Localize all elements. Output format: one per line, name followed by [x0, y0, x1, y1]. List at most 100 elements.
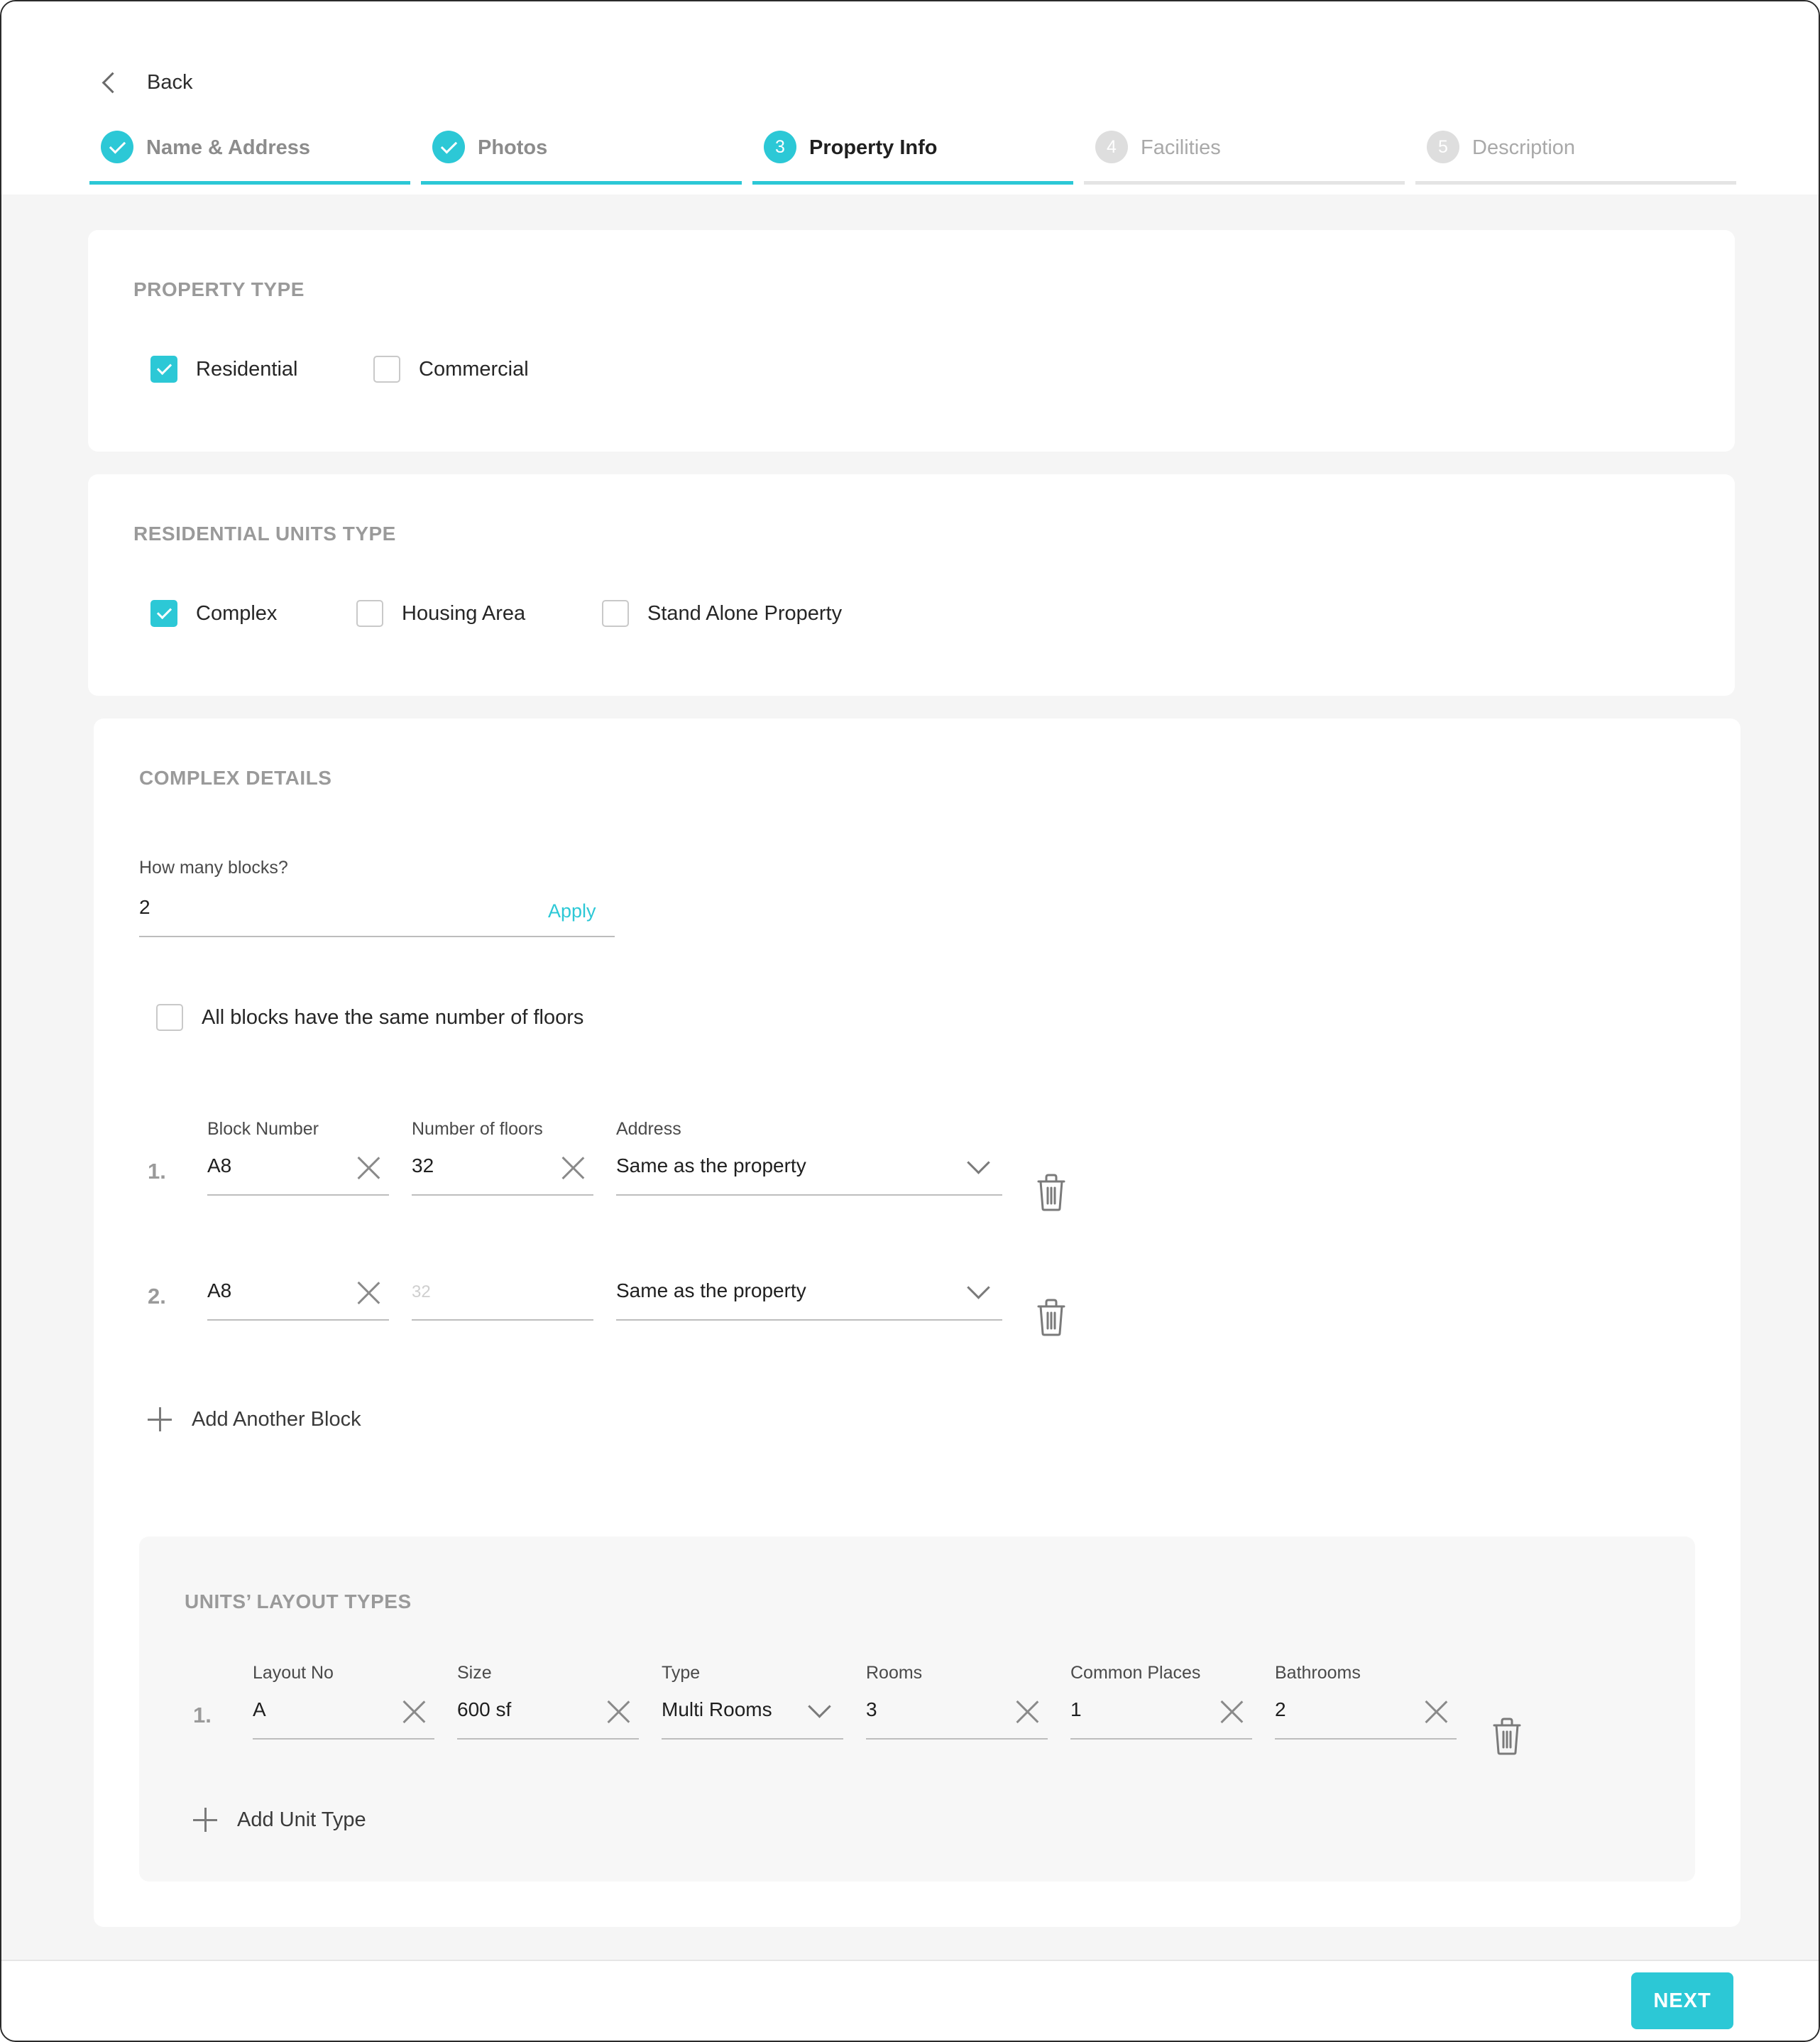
complex-details-card: COMPLEX DETAILS How many blocks? 2 Apply… — [94, 719, 1740, 1927]
option-stand-alone[interactable]: Stand Alone Property — [602, 600, 842, 627]
section-title: PROPERTY TYPE — [133, 278, 305, 300]
address-select[interactable]: Same as the property — [616, 1145, 1002, 1196]
checkbox[interactable] — [150, 600, 177, 627]
back-button[interactable]: Back — [99, 67, 192, 98]
step-number: 3 — [764, 131, 796, 163]
checkbox[interactable] — [156, 1004, 183, 1031]
clear-icon[interactable] — [356, 1281, 380, 1305]
step-facilities[interactable]: 4 Facilities — [1084, 128, 1405, 185]
apply-button[interactable]: Apply — [548, 900, 596, 922]
blocks-count-input[interactable]: 2 — [139, 886, 615, 937]
option-same-floors[interactable]: All blocks have the same number of floor… — [156, 1004, 583, 1031]
step-photos[interactable]: Photos — [421, 128, 742, 185]
size-field[interactable]: 600 sf — [457, 1688, 639, 1740]
checkbox[interactable] — [356, 600, 383, 627]
step-label: Facilities — [1141, 136, 1221, 159]
checkbox-label: All blocks have the same number of floor… — [202, 1005, 584, 1029]
checkbox[interactable] — [150, 356, 177, 383]
field-value: Same as the property — [616, 1279, 806, 1301]
row-number: 2. — [148, 1284, 166, 1309]
step-progress-line — [421, 181, 742, 185]
check-icon — [432, 131, 465, 163]
units-layout-panel: UNITS’ LAYOUT TYPES Layout No Size Type … — [139, 1536, 1695, 1882]
layout-no-field[interactable]: A — [253, 1688, 434, 1740]
col-layout-no: Layout No — [253, 1663, 334, 1683]
step-property-info[interactable]: 3 Property Info — [752, 128, 1073, 185]
clear-icon[interactable] — [561, 1156, 585, 1180]
checkbox-label: Commercial — [419, 357, 529, 381]
checkbox[interactable] — [373, 356, 400, 383]
app-window: Back Name & Address Photos 3 Property In… — [0, 0, 1820, 2042]
section-title: UNITS’ LAYOUT TYPES — [185, 1590, 412, 1612]
step-progress-line — [1084, 181, 1405, 185]
residential-units-card: RESIDENTIAL UNITS TYPE Complex Housing A… — [88, 474, 1735, 696]
field-value: 2 — [1275, 1698, 1286, 1720]
clear-icon[interactable] — [1219, 1700, 1244, 1724]
chevron-down-icon[interactable] — [967, 1276, 990, 1299]
col-block-number: Block Number — [207, 1119, 319, 1139]
rooms-field[interactable]: 3 — [866, 1688, 1048, 1740]
field-value: 3 — [866, 1698, 877, 1720]
field-value: Same as the property — [616, 1154, 806, 1176]
step-progress-line — [1415, 181, 1736, 185]
col-size: Size — [457, 1663, 492, 1683]
trash-icon[interactable] — [1491, 1717, 1523, 1755]
field-value: 32 — [412, 1154, 434, 1176]
next-button[interactable]: NEXT — [1631, 1972, 1733, 2029]
clear-icon[interactable] — [356, 1156, 380, 1180]
back-label: Back — [147, 70, 193, 94]
chevron-down-icon[interactable] — [967, 1151, 990, 1174]
floors-field[interactable]: 32 — [412, 1145, 593, 1196]
field-value: Multi Rooms — [662, 1698, 772, 1720]
step-number: 4 — [1095, 131, 1128, 163]
blocks-question: How many blocks? — [139, 858, 288, 878]
checkbox-label: Complex — [196, 601, 278, 625]
top-bar: Back Name & Address Photos 3 Property In… — [1, 1, 1819, 195]
checkbox[interactable] — [602, 600, 629, 627]
checkbox-label: Stand Alone Property — [647, 601, 843, 625]
floors-field[interactable]: 32 — [412, 1270, 593, 1321]
field-placeholder: 32 — [412, 1282, 431, 1301]
clear-icon[interactable] — [402, 1700, 426, 1724]
check-icon — [101, 131, 133, 163]
address-select[interactable]: Same as the property — [616, 1270, 1002, 1321]
field-value: 1 — [1070, 1698, 1082, 1720]
section-title: COMPLEX DETAILS — [139, 767, 332, 789]
clear-icon[interactable] — [1424, 1700, 1448, 1724]
option-housing-area[interactable]: Housing Area — [356, 600, 525, 627]
footer-bar — [1, 1960, 1819, 2041]
block-number-field[interactable]: A8 — [207, 1145, 389, 1196]
step-description[interactable]: 5 Description — [1415, 128, 1736, 185]
field-value: A8 — [207, 1279, 232, 1301]
bathrooms-field[interactable]: 2 — [1275, 1688, 1457, 1740]
field-value: 600 sf — [457, 1698, 512, 1720]
option-commercial[interactable]: Commercial — [373, 356, 529, 383]
add-another-block-button[interactable]: Add Another Block — [148, 1407, 361, 1431]
add-unit-type-label: Add Unit Type — [237, 1808, 366, 1831]
option-residential[interactable]: Residential — [150, 356, 297, 383]
type-select[interactable]: Multi Rooms — [662, 1688, 843, 1740]
chevron-down-icon[interactable] — [808, 1695, 831, 1718]
common-places-field[interactable]: 1 — [1070, 1688, 1252, 1740]
option-complex[interactable]: Complex — [150, 600, 277, 627]
col-rooms: Rooms — [866, 1663, 923, 1683]
step-label: Description — [1472, 136, 1576, 159]
clear-icon[interactable] — [606, 1700, 630, 1724]
step-name-address[interactable]: Name & Address — [89, 128, 410, 185]
trash-icon[interactable] — [1035, 1173, 1068, 1211]
block-number-field[interactable]: A8 — [207, 1270, 389, 1321]
add-unit-type-button[interactable]: Add Unit Type — [193, 1808, 366, 1832]
step-label: Photos — [478, 136, 548, 159]
chevron-left-icon — [102, 72, 124, 93]
col-type: Type — [662, 1663, 701, 1683]
field-value: A — [253, 1698, 266, 1720]
plus-icon — [148, 1407, 172, 1431]
plus-icon — [193, 1808, 217, 1832]
clear-icon[interactable] — [1015, 1700, 1039, 1724]
trash-icon[interactable] — [1035, 1298, 1068, 1336]
col-number-of-floors: Number of floors — [412, 1119, 543, 1139]
step-label: Name & Address — [146, 136, 311, 159]
row-number: 1. — [148, 1159, 166, 1184]
col-bathrooms: Bathrooms — [1275, 1663, 1361, 1683]
checkbox-label: Residential — [196, 357, 298, 381]
